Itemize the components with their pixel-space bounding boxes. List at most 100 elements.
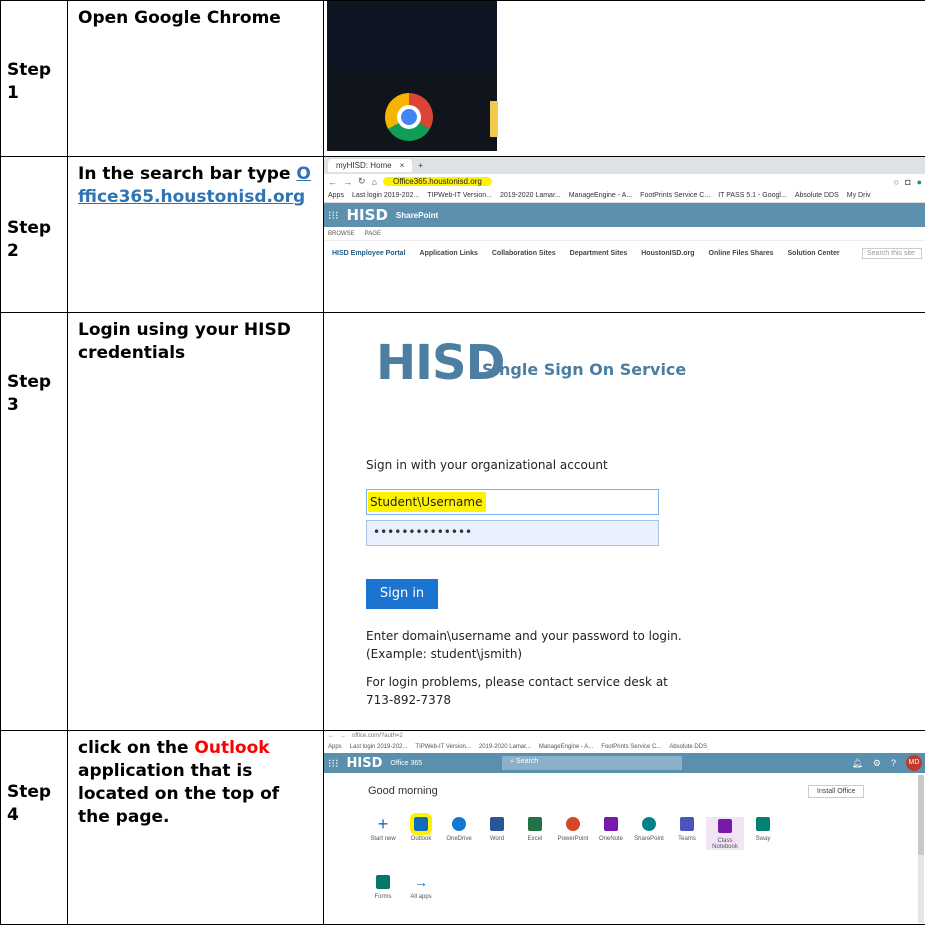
username-field[interactable]: Student\Username — [366, 489, 659, 515]
bookmark[interactable]: Apps — [328, 192, 344, 199]
step-cell: Step 3 — [1, 313, 68, 731]
sign-in-prompt: Sign in with your organizational account — [366, 458, 608, 472]
nav-item[interactable]: Department Sites — [570, 250, 628, 257]
nav-item[interactable]: Solution Center — [788, 250, 840, 257]
nav-item[interactable]: HoustonISD.org — [641, 250, 694, 257]
bookmark[interactable]: Last login 2019-202... — [350, 744, 408, 750]
tab-bar: myHISD: Home× + — [324, 157, 925, 174]
gear-icon[interactable]: ⚙ — [873, 758, 881, 769]
scrollbar[interactable] — [918, 775, 924, 923]
step-label: Step 3 — [1, 371, 67, 417]
app-onedrive[interactable]: OneDrive — [440, 817, 478, 850]
suite-label: Office 365 — [390, 760, 422, 767]
app-sharepoint[interactable]: SharePoint — [630, 817, 668, 850]
app-outlook[interactable]: Outlook — [402, 817, 440, 850]
extension-icon: ○ — [894, 177, 899, 187]
app-launcher-icon[interactable]: ⁝⁝⁝ — [328, 209, 339, 222]
bookmark[interactable]: TIPWeb-IT Version... — [427, 192, 492, 199]
app-forms[interactable]: Forms — [364, 875, 402, 900]
greeting: Good morning — [368, 785, 438, 797]
bookmark[interactable]: 2019-2020 Lamar... — [479, 744, 531, 750]
app-launcher-icon[interactable]: ⁝⁝⁝ — [328, 757, 339, 770]
app-powerpoint[interactable]: PowerPoint — [554, 817, 592, 850]
step-row-1: Step 1 Open Google Chrome — [1, 1, 925, 157]
site-search-input[interactable]: Search this site — [862, 248, 922, 259]
outlook-icon — [414, 817, 428, 831]
office-header: ⁝⁝⁝ HISD Office 365 ⌕ Search 🔔︎⚙?MD — [324, 753, 925, 773]
support-text: For login problems, please contact servi… — [366, 673, 696, 709]
app-teams[interactable]: Teams — [668, 817, 706, 850]
bookmark[interactable]: FootPrints Service C... — [601, 744, 661, 750]
address-bar: ← → ↻ ⌂ Office365.houstonisd.org ○◘● — [324, 174, 925, 189]
forward-icon[interactable]: → — [343, 177, 352, 187]
excel-icon — [528, 817, 542, 831]
nav-item[interactable]: Application Links — [420, 250, 478, 257]
brand-logo: HISD — [347, 206, 388, 224]
step-row-4: Step 4 click on the Outlook application … — [1, 731, 925, 925]
app-class-notebook[interactable]: Class Notebook — [706, 817, 744, 850]
screenshot-cell — [324, 1, 925, 157]
steps-table: Step 1 Open Google Chrome Step 2 In the … — [0, 0, 925, 925]
tab-page[interactable]: PAGE — [365, 231, 381, 237]
document: Step 1 Open Google Chrome Step 2 In the … — [0, 0, 925, 924]
url-field[interactable]: Office365.houstonisd.org — [383, 177, 492, 186]
chrome-icon[interactable] — [385, 93, 433, 141]
help-icon[interactable]: ? — [891, 758, 896, 768]
bookmark[interactable]: TIPWeb-IT Version... — [415, 744, 470, 750]
instruction-cell: Open Google Chrome — [68, 1, 324, 157]
password-field[interactable]: •••••••••••••• — [366, 520, 659, 546]
close-icon: × — [400, 161, 405, 170]
home-icon[interactable]: ⌂ — [372, 177, 377, 187]
sharepoint-icon — [642, 817, 656, 831]
back-icon[interactable]: ← — [328, 177, 337, 187]
bookmark[interactable]: My Driv — [847, 192, 871, 199]
bookmark[interactable]: IT PASS 5.1 - Googl... — [718, 192, 787, 199]
bookmark[interactable]: FootPrints Service C... — [640, 192, 710, 199]
sign-in-page: HISD Single Sign On Service Sign in with… — [324, 313, 925, 729]
screenshot-cell: ←→office.com/?auth=2 Apps Last login 201… — [324, 731, 925, 925]
desktop-image — [327, 1, 497, 151]
nav-item[interactable]: Online Files Shares — [709, 250, 774, 257]
bookmark[interactable]: ManageEngine - A... — [539, 744, 593, 750]
step-cell: Step 1 — [1, 1, 68, 157]
screenshot-cell: HISD Single Sign On Service Sign in with… — [324, 313, 925, 731]
forms-icon — [376, 875, 390, 889]
reload-icon[interactable]: ↻ — [358, 176, 366, 187]
tab-browse[interactable]: BROWSE — [328, 231, 355, 237]
url-field[interactable]: office.com/?auth=2 — [352, 733, 403, 739]
back-icon: ← — [328, 733, 334, 739]
app-grid: +Start new Outlook OneDrive Word Excel P… — [364, 817, 782, 850]
new-tab-icon[interactable]: + — [418, 161, 423, 170]
instruction-text: Login using your HISD credentials — [78, 320, 291, 363]
nav-item[interactable]: Collaboration Sites — [492, 250, 556, 257]
app-sway[interactable]: Sway — [744, 817, 782, 850]
bookmark[interactable]: Apps — [328, 744, 342, 750]
app-all-apps[interactable]: →All apps — [402, 875, 440, 900]
app-word[interactable]: Word — [478, 817, 516, 850]
instruction-text: Open Google Chrome — [78, 8, 281, 28]
bookmark[interactable]: Absolute DDS — [795, 192, 839, 199]
bookmark[interactable]: Last login 2019-202... — [352, 192, 419, 199]
powerpoint-icon — [566, 817, 580, 831]
install-office-button[interactable]: Install Office — [808, 785, 864, 798]
plus-icon: + — [376, 817, 390, 831]
nav-item[interactable]: HISD Employee Portal — [332, 250, 406, 257]
bookmark[interactable]: 2019-2020 Lamar... — [500, 192, 561, 199]
app-excel[interactable]: Excel — [516, 817, 554, 850]
search-input[interactable]: ⌕ Search — [502, 756, 682, 770]
app-onenote[interactable]: OneNote — [592, 817, 630, 850]
step-label: Step 4 — [1, 781, 67, 827]
sharepoint-label[interactable]: SharePoint — [396, 211, 438, 220]
app-start-new[interactable]: +Start new — [364, 817, 402, 850]
bookmark[interactable]: Absolute DDS — [669, 744, 707, 750]
step-row-3: Step 3 Login using your HISD credentials… — [1, 313, 925, 731]
app-grid-row-2: Forms →All apps — [364, 875, 440, 900]
bookmark[interactable]: ManageEngine - A... — [569, 192, 632, 199]
instruction-text: application that is located on the top o… — [78, 761, 279, 827]
username-value: Student\Username — [368, 492, 486, 512]
avatar[interactable]: MD — [906, 755, 922, 771]
step-cell: Step 4 — [1, 731, 68, 925]
sign-in-button[interactable]: Sign in — [366, 579, 438, 609]
browser-tab[interactable]: myHISD: Home× — [328, 159, 412, 172]
notification-icon[interactable]: 🔔︎ — [851, 758, 862, 769]
